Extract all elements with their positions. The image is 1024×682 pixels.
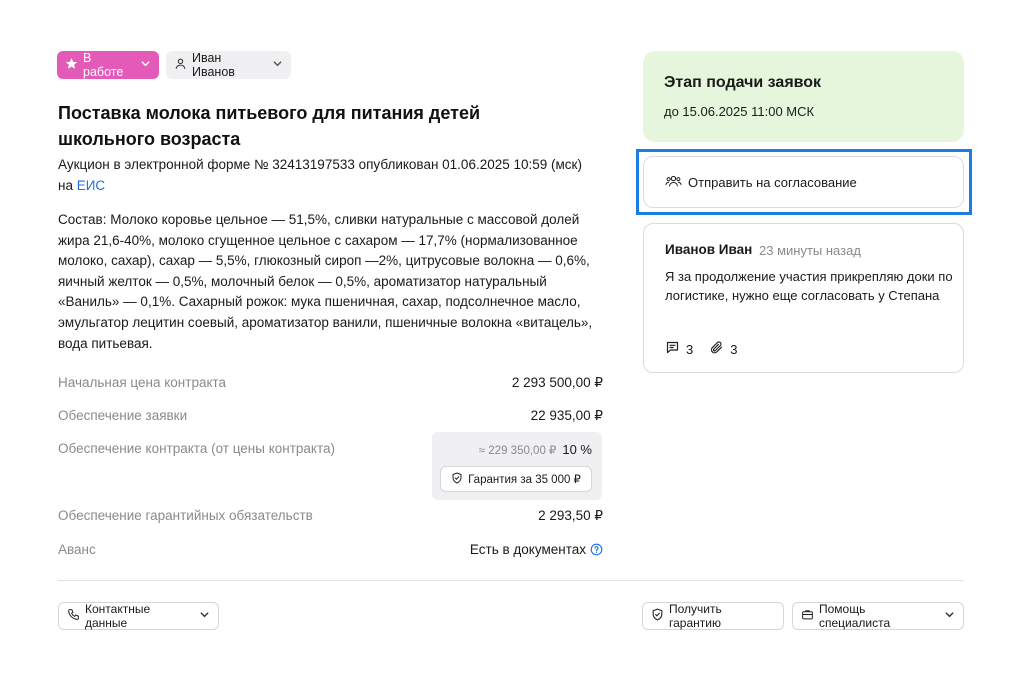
param-label: Аванс bbox=[58, 542, 96, 557]
attachments-count: 3 bbox=[730, 341, 738, 357]
chat-bubble-icon bbox=[665, 340, 680, 358]
chevron-down-icon bbox=[140, 58, 151, 72]
param-row-start-price: Начальная цена контракта 2 293 500,00 ₽ bbox=[58, 375, 603, 391]
stage-deadline: до 15.06.2025 11:00 МСК bbox=[664, 104, 815, 119]
paperclip-icon bbox=[709, 340, 724, 358]
comment-time: 23 минуты назад bbox=[759, 243, 861, 258]
tender-subtitle: Аукцион в электронной форме № 3241319753… bbox=[58, 154, 598, 196]
stage-card: Этап подачи заявок до 15.06.2025 11:00 М… bbox=[643, 51, 964, 142]
comment-card[interactable]: Иванов Иван 23 минуты назад Я за продолж… bbox=[643, 223, 964, 373]
status-dropdown[interactable]: В работе bbox=[57, 51, 159, 79]
user-icon bbox=[174, 57, 187, 73]
assignee-dropdown[interactable]: Иван Иванов bbox=[166, 51, 291, 79]
param-label: Обеспечение гарантийных обязательств bbox=[58, 508, 313, 523]
star-icon bbox=[65, 57, 78, 73]
param-value: 2 293 500,00 ₽ bbox=[511, 375, 603, 390]
assignee-label: Иван Иванов bbox=[192, 51, 235, 79]
phone-icon bbox=[67, 608, 80, 624]
comment-meta: 3 3 bbox=[665, 340, 737, 358]
chevron-down-icon bbox=[199, 609, 210, 623]
shield-check-icon bbox=[651, 608, 664, 624]
contract-security-box: ≈ 229 350,00 ₽ 10 % Гарантия за 35 000 ₽ bbox=[432, 432, 602, 500]
status-label: В работе bbox=[83, 51, 124, 79]
page-title: Поставка молока питьевого для питания де… bbox=[58, 103, 481, 149]
param-row-advance: Аванс Есть в документах bbox=[58, 542, 603, 559]
guarantee-button[interactable]: Гарантия за 35 000 ₽ bbox=[440, 466, 592, 492]
contract-security-amount: ≈ 229 350,00 ₽ bbox=[478, 445, 557, 457]
briefcase-icon bbox=[801, 608, 814, 624]
param-value: Есть в документах bbox=[470, 542, 603, 559]
comment-text: Я за продолжение участия прикрепляю доки… bbox=[665, 269, 953, 303]
question-icon[interactable] bbox=[590, 543, 603, 559]
specialist-help-button[interactable]: Помощь специалиста bbox=[792, 602, 964, 630]
chevron-down-icon bbox=[272, 58, 283, 72]
replies-count: 3 bbox=[686, 341, 694, 357]
replies-counter[interactable]: 3 bbox=[665, 340, 693, 358]
specialist-help-label: Помощь специалиста bbox=[819, 602, 891, 630]
get-guarantee-button[interactable]: Получить гарантию bbox=[642, 602, 784, 630]
advance-value: Есть в документах bbox=[469, 542, 586, 557]
param-value: 2 293,50 ₽ bbox=[538, 508, 603, 523]
users-icon bbox=[665, 174, 682, 191]
param-row-warranty-security: Обеспечение гарантийных обязательств 2 2… bbox=[58, 508, 603, 524]
send-for-approval-label: Отправить на согласование bbox=[688, 174, 857, 190]
send-for-approval-button[interactable]: Отправить на согласование bbox=[643, 156, 964, 208]
shield-check-icon bbox=[451, 471, 463, 487]
get-guarantee-label: Получить гарантию bbox=[669, 602, 722, 630]
chevron-down-icon bbox=[944, 609, 955, 623]
param-label: Обеспечение заявки bbox=[58, 408, 188, 423]
contacts-button[interactable]: Контактные данные bbox=[58, 602, 219, 630]
divider bbox=[58, 580, 964, 581]
guarantee-button-label: Гарантия за 35 000 ₽ bbox=[468, 474, 581, 486]
contract-security-value: ≈ 229 350,00 ₽ 10 % bbox=[479, 442, 592, 457]
eis-link[interactable]: ЕИС bbox=[77, 178, 105, 193]
param-value: 22 935,00 ₽ bbox=[530, 408, 603, 423]
param-label: Начальная цена контракта bbox=[58, 375, 227, 390]
contacts-label: Контактные данные bbox=[85, 602, 151, 630]
contract-security-percent: 10 % bbox=[562, 442, 592, 457]
comment-author: Иванов Иван bbox=[665, 242, 753, 257]
param-label: Обеспечение контракта (от цены контракта… bbox=[58, 441, 336, 456]
subtitle-text: Аукцион в электронной форме № 3241319753… bbox=[58, 157, 582, 193]
stage-title: Этап подачи заявок bbox=[664, 74, 822, 91]
attachments-counter[interactable]: 3 bbox=[709, 340, 737, 358]
param-row-app-security: Обеспечение заявки 22 935,00 ₽ bbox=[58, 408, 603, 424]
tender-composition: Состав: Молоко коровье цельное — 51,5%, … bbox=[58, 212, 593, 351]
